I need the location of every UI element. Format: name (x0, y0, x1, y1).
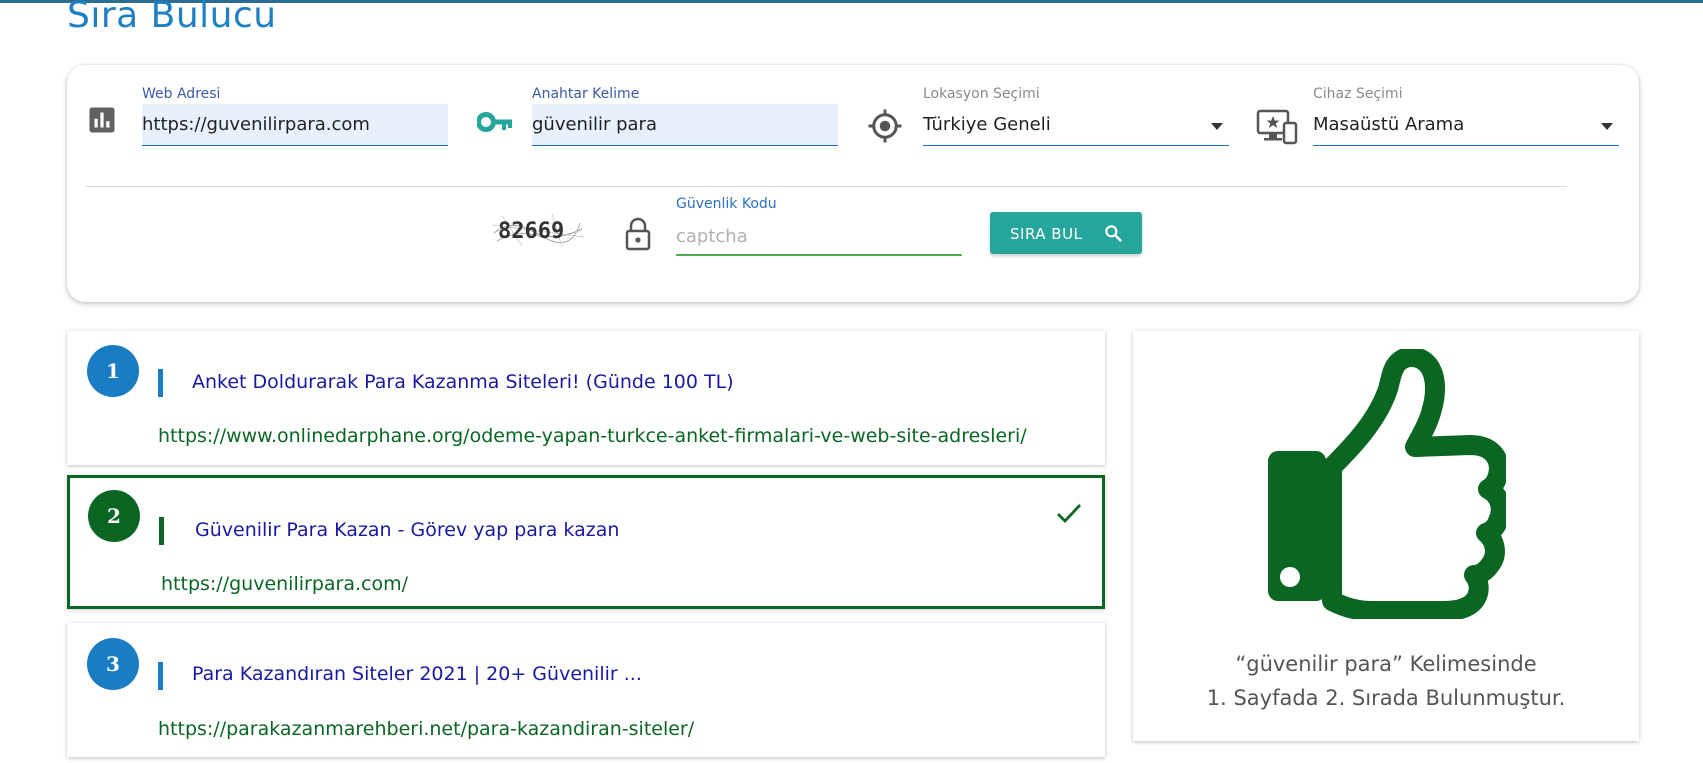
search-form-card: Web Adresi https://guvenilirpara.com Ana… (67, 65, 1639, 302)
result-title[interactable]: Güvenilir Para Kazan - Görev yap para ka… (195, 519, 619, 541)
result-url[interactable]: https://parakazanmarehberi.net/para-kaza… (158, 718, 694, 740)
result-url[interactable]: https://guvenilirpara.com/ (161, 573, 408, 595)
devices-icon (1256, 109, 1298, 145)
summary-line-1: “güvenilir para” Kelimesinde (1235, 652, 1537, 676)
lock-icon (625, 217, 651, 251)
rank-badge: 1 (87, 345, 139, 397)
check-icon (1057, 504, 1082, 524)
captcha-label: Güvenlik Kodu (676, 196, 777, 212)
keyword-label: Anahtar Kelime (532, 86, 640, 102)
chevron-down-icon (1211, 123, 1223, 130)
location-target-icon (868, 109, 902, 143)
result-item-matched[interactable]: 2 Güvenilir Para Kazan - Görev yap para … (67, 475, 1105, 609)
search-rank-button-label: SIRA BUL (1010, 225, 1083, 243)
title-marker (158, 369, 163, 397)
location-value: Türkiye Geneli (923, 114, 1051, 135)
summary-line-2: 1. Sayfada 2. Sırada Bulunmuştur. (1206, 686, 1566, 710)
page-title: Sıra Bulucu (67, 0, 277, 36)
result-url[interactable]: https://www.onlinedarphane.org/odeme-yap… (158, 425, 1027, 447)
captcha-field: Güvenlik Kodu captcha (676, 196, 962, 256)
rank-badge: 2 (88, 490, 140, 542)
captcha-image: 82669 (492, 213, 584, 248)
captcha-text: 82669 (498, 219, 564, 244)
web-address-value: https://guvenilirpara.com (142, 114, 370, 135)
result-item[interactable]: 3 Para Kazandıran Siteler 2021 | 20+ Güv… (67, 623, 1105, 757)
web-address-label: Web Adresi (142, 86, 221, 102)
keyword-value: güvenilir para (532, 114, 657, 135)
web-address-input[interactable]: https://guvenilirpara.com (142, 104, 448, 146)
summary-text: “güvenilir para” Kelimesinde 1. Sayfada … (1133, 647, 1639, 715)
result-summary-card: “güvenilir para” Kelimesinde 1. Sayfada … (1133, 331, 1639, 741)
bar-chart-icon (89, 107, 115, 133)
form-divider (85, 186, 1567, 187)
device-select[interactable]: Masaüstü Arama (1313, 104, 1619, 146)
location-select[interactable]: Türkiye Geneli (923, 104, 1229, 146)
title-marker (159, 517, 164, 545)
search-icon (1105, 225, 1122, 242)
captcha-input[interactable]: captcha (676, 214, 962, 256)
result-item[interactable]: 1 Anket Doldurarak Para Kazanma Siteleri… (67, 331, 1105, 465)
search-rank-button[interactable]: SIRA BUL (990, 212, 1142, 254)
key-icon (477, 112, 512, 132)
device-value: Masaüstü Arama (1313, 114, 1465, 135)
location-label: Lokasyon Seçimi (923, 86, 1040, 102)
result-title[interactable]: Anket Doldurarak Para Kazanma Siteleri! … (192, 371, 734, 393)
chevron-down-icon (1601, 123, 1613, 130)
rank-badge: 3 (87, 638, 139, 690)
captcha-placeholder: captcha (676, 226, 748, 247)
result-title[interactable]: Para Kazandıran Siteler 2021 | 20+ Güven… (192, 663, 642, 685)
device-label: Cihaz Seçimi (1313, 86, 1403, 102)
title-marker (158, 662, 163, 690)
keyword-input[interactable]: güvenilir para (532, 104, 838, 146)
thumbs-up-icon (1268, 349, 1506, 619)
